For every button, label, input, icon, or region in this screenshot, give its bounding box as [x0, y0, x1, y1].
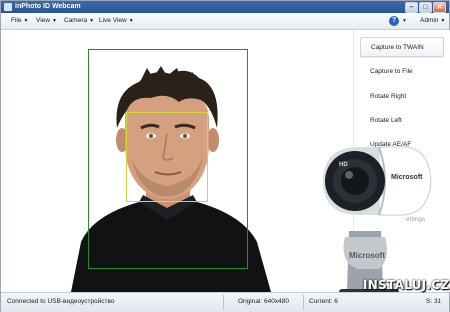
- webcam-brand-body: Microsoft: [391, 174, 423, 181]
- maximize-button[interactable]: □: [419, 2, 432, 13]
- live-view-area[interactable]: [1, 30, 353, 292]
- menu-file-label: File: [11, 17, 22, 24]
- menu-live-view-label: Live View: [99, 17, 127, 24]
- original-resolution: Original: 640x480: [238, 298, 289, 305]
- status-divider: [303, 295, 304, 310]
- face-detection-box: [126, 112, 208, 202]
- capture-to-twain-button[interactable]: Capture to TWAIN: [360, 37, 444, 57]
- fps-readout: S: 31: [426, 298, 442, 305]
- capture-to-file-button[interactable]: Capture to File: [360, 62, 444, 82]
- chevron-down-icon[interactable]: ▼: [402, 18, 407, 24]
- window-controls: – □ ✕: [405, 2, 446, 13]
- chevron-down-icon: ▼: [89, 18, 95, 24]
- webcam-brand-stand: Microsoft: [349, 251, 385, 260]
- menu-view[interactable]: View ▼: [36, 17, 57, 24]
- menu-camera[interactable]: Camera ▼: [64, 17, 94, 24]
- title-bar: inPhoto ID Webcam – □ ✕: [1, 1, 449, 13]
- connection-status: Connected to USB-видеоустройство: [7, 298, 115, 305]
- chevron-down-icon: ▼: [440, 18, 446, 24]
- webcam-hd-label: HD: [339, 162, 348, 168]
- close-button[interactable]: ✕: [433, 2, 446, 13]
- status-bar: Connected to USB-видеоустройство Origina…: [1, 292, 449, 312]
- menu-file[interactable]: File ▼: [11, 17, 28, 24]
- menu-admin-label: Admin: [420, 17, 439, 24]
- chevron-down-icon: ▼: [128, 18, 134, 24]
- chevron-down-icon: ▼: [23, 18, 29, 24]
- menu-camera-label: Camera: [64, 17, 88, 24]
- menu-admin[interactable]: Admin ▼: [420, 17, 445, 24]
- app-window: inPhoto ID Webcam – □ ✕ File ▼ View ▼ Came…: [0, 0, 450, 312]
- menu-live-view[interactable]: Live View ▼: [99, 17, 134, 24]
- menu-bar: File ▼ View ▼ Camera ▼ Live View ▼ ? ▼ Admin…: [1, 13, 449, 30]
- watermark-text: INSTALUJ.CZ: [363, 278, 450, 292]
- rotate-right-button[interactable]: Rotate Right: [360, 87, 444, 107]
- window-title: inPhoto ID Webcam: [15, 3, 81, 10]
- chevron-down-icon: ▼: [51, 18, 57, 24]
- current-resolution: Current: 6: [309, 298, 338, 305]
- app-icon: [4, 3, 12, 11]
- menu-view-label: View: [36, 17, 50, 24]
- help-icon[interactable]: ?: [389, 16, 399, 26]
- rotate-left-button[interactable]: Rotate Left: [360, 111, 444, 131]
- minimize-button[interactable]: –: [405, 2, 418, 13]
- status-divider: [223, 295, 224, 310]
